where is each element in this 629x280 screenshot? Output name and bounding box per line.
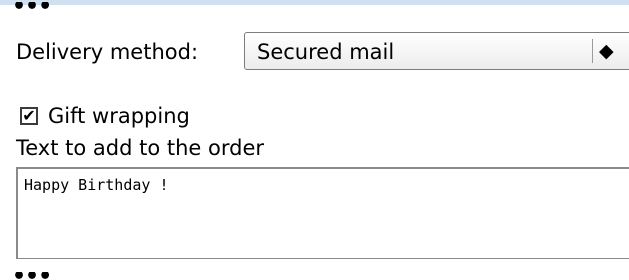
ellipsis-top: •••	[12, 2, 51, 12]
order-text-textarea[interactable]: Happy Birthday !	[16, 167, 629, 259]
top-border	[0, 0, 629, 5]
gift-wrapping-label: Gift wrapping	[48, 104, 190, 128]
order-options-panel: ••• Delivery method: Secured mail ◆ ✔ Gi…	[0, 0, 629, 280]
select-arrows-icon: ◆	[599, 40, 614, 62]
gift-wrapping-checkbox[interactable]: ✔	[20, 107, 38, 125]
delivery-method-value: Secured mail	[257, 40, 395, 64]
order-text-value: Happy Birthday !	[24, 176, 169, 194]
delivery-method-label: Delivery method:	[16, 40, 199, 64]
select-divider	[592, 39, 593, 63]
ellipsis-bottom: •••	[12, 272, 51, 280]
delivery-method-select[interactable]: Secured mail ◆	[244, 32, 629, 70]
order-text-label: Text to add to the order	[16, 136, 265, 160]
